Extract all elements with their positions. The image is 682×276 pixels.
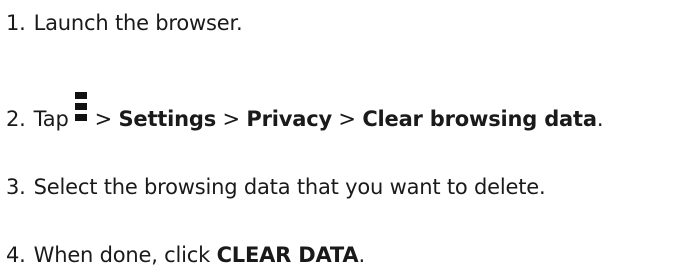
step-2-number: 2. [6, 107, 26, 131]
step-4-prefix: When done, click [33, 243, 211, 267]
step-4-period: . [358, 243, 365, 267]
instruction-list: 1. Launch the browser. 2. Tap > Settings > … [0, 0, 682, 276]
step-3-number: 3. [6, 175, 26, 199]
step-2-separator-1: > [94, 107, 113, 131]
step-3-text: Select the browsing data that you want t… [33, 175, 546, 199]
step-2: 2. Tap > Settings > Privacy > Clear browsi… [6, 92, 604, 132]
clear-data-label: CLEAR DATA [216, 243, 359, 267]
settings-label: Settings [118, 107, 217, 131]
overflow-menu-icon [74, 92, 87, 132]
step-2-period: . [596, 107, 604, 131]
step-4: 4. When done, click CLEAR DATA. [6, 242, 365, 268]
step-2-prefix: Tap [33, 107, 69, 131]
step-1-number: 1. [6, 11, 26, 35]
step-1-text: Launch the browser. [33, 11, 243, 35]
step-3: 3. Select the browsing data that you want… [6, 174, 546, 200]
step-4-number: 4. [6, 243, 26, 267]
step-1: 1. Launch the browser. [6, 10, 243, 36]
step-2-separator-3: > [338, 107, 356, 131]
step-2-separator-2: > [222, 107, 241, 131]
clear-browsing-data-label: Clear browsing data [362, 107, 597, 131]
privacy-label: Privacy [246, 107, 332, 131]
